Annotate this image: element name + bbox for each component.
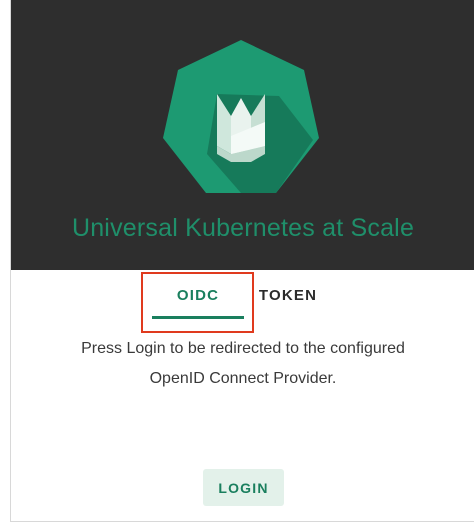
instruction-line-1: Press Login to be redirected to the conf… xyxy=(81,340,405,357)
header-title: Universal Kubernetes at Scale xyxy=(71,214,415,242)
tulip-heptagon-logo-icon xyxy=(163,40,319,193)
login-card: Universal Kubernetes at Scale OIDC TOKEN… xyxy=(10,0,474,522)
login-header: Universal Kubernetes at Scale xyxy=(11,0,474,270)
instruction-line-2: OpenID Connect Provider. xyxy=(149,370,337,387)
login-button[interactable]: LOGIN xyxy=(203,469,284,506)
tab-token[interactable]: TOKEN xyxy=(251,270,325,322)
login-instructions: Press Login to be redirected to the conf… xyxy=(11,334,474,394)
oidc-tab-highlight-box xyxy=(141,272,254,333)
